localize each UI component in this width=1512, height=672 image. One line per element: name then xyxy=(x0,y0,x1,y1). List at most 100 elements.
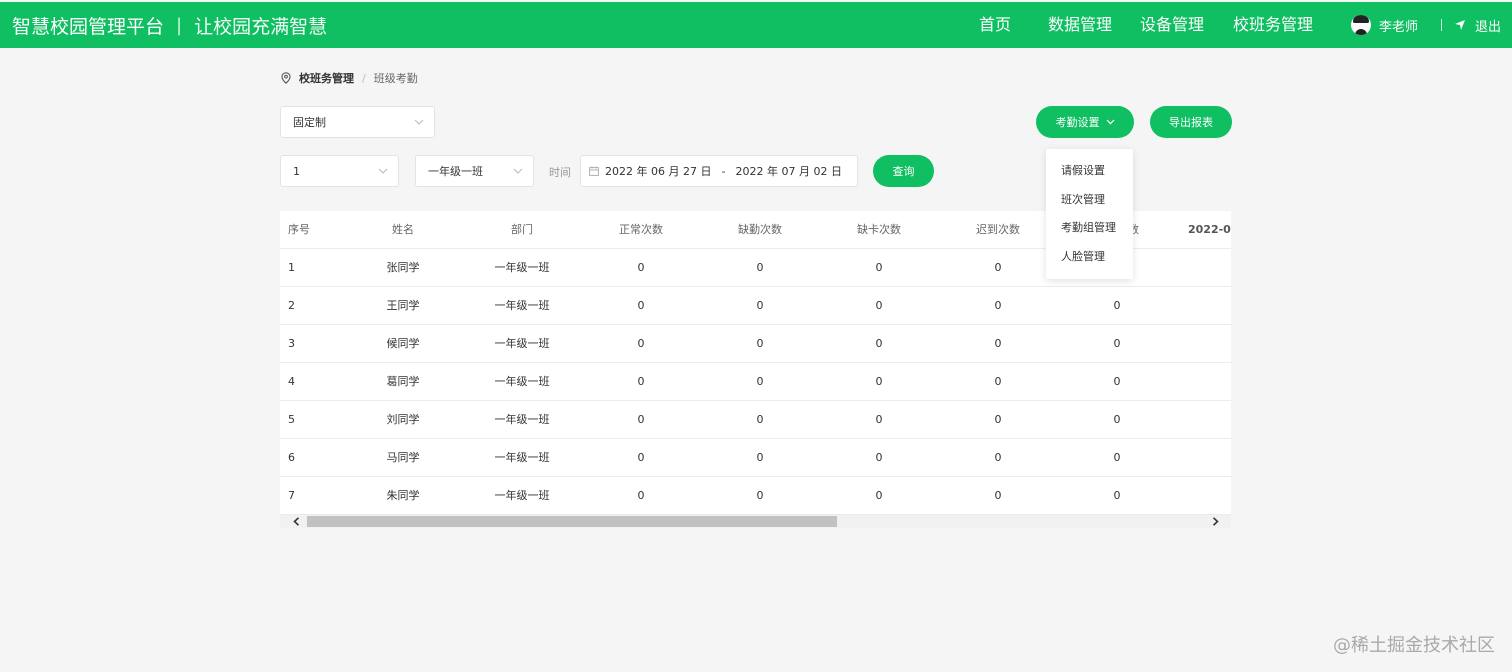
scroll-left-button[interactable] xyxy=(288,515,304,528)
cell-index: 5 xyxy=(288,413,295,426)
cell-missing-punch: 0 xyxy=(875,261,883,274)
brand-slogan: 让校园充满智慧 xyxy=(194,15,328,38)
chevron-down-icon xyxy=(1106,119,1114,125)
chevron-down-icon xyxy=(414,119,424,125)
user-menu[interactable]: 李老师 xyxy=(1351,2,1418,48)
menu-item-leave-settings[interactable]: 请假设置 xyxy=(1061,157,1105,185)
header-divider xyxy=(1441,19,1442,31)
chevron-left-icon xyxy=(292,517,299,526)
location-pin-icon xyxy=(281,72,291,84)
column-header-index: 序号 xyxy=(288,223,310,236)
brand-title: 智慧校园管理平台 xyxy=(12,15,165,38)
nav-home[interactable]: 首页 xyxy=(979,2,1011,48)
column-header-department: 部门 xyxy=(511,223,533,236)
column-header-name: 姓名 xyxy=(392,223,414,236)
attendance-settings-button[interactable]: 考勤设置 xyxy=(1036,106,1134,138)
breadcrumb-parent[interactable]: 校班务管理 xyxy=(299,70,354,86)
logout-button[interactable]: 退出 xyxy=(1455,2,1501,48)
attendance-settings-label: 考勤设置 xyxy=(1055,116,1100,129)
cell-early-leave: 0 xyxy=(1113,337,1121,350)
menu-item-shift-management[interactable]: 班次管理 xyxy=(1061,186,1105,214)
cell-index: 4 xyxy=(288,375,295,388)
column-header-late: 迟到次数 xyxy=(976,223,1020,236)
cell-index: 2 xyxy=(288,299,295,312)
cell-missing-punch: 0 xyxy=(875,413,883,426)
brand: 智慧校园管理平台 | 让校园充满智慧 xyxy=(12,2,327,48)
export-report-button[interactable]: 导出报表 xyxy=(1150,106,1232,138)
table-row: 5 刘同学 一年级一班 0 0 0 0 0 xyxy=(280,401,1231,439)
column-header-missing-punch: 缺卡次数 xyxy=(857,223,901,236)
horizontal-scrollbar[interactable] xyxy=(280,515,1231,528)
nav-data-management[interactable]: 数据管理 xyxy=(1048,2,1112,48)
date-end: 2022 年 07 月 02 日 xyxy=(735,165,842,178)
cell-early-leave: 0 xyxy=(1113,413,1121,426)
cell-late: 0 xyxy=(994,299,1002,312)
cell-missing-punch: 0 xyxy=(875,489,883,502)
user-name: 李老师 xyxy=(1379,19,1419,35)
column-header-normal: 正常次数 xyxy=(619,223,663,236)
send-icon xyxy=(1455,20,1465,30)
nav-device-management[interactable]: 设备管理 xyxy=(1140,2,1204,48)
cell-absent: 0 xyxy=(756,261,764,274)
mode-select[interactable]: 固定制 xyxy=(280,106,435,138)
logout-label: 退出 xyxy=(1475,19,1502,35)
scroll-thumb[interactable] xyxy=(307,516,837,527)
cell-name: 葛同学 xyxy=(386,375,420,388)
table-row: 7 朱同学 一年级一班 0 0 0 0 0 xyxy=(280,477,1231,515)
chevron-right-icon xyxy=(1212,517,1219,526)
breadcrumb-separator: / xyxy=(362,71,366,85)
brand-separator: | xyxy=(176,14,183,36)
watermark: @稀土掘金技术社区 xyxy=(1333,635,1495,656)
cell-absent: 0 xyxy=(756,451,764,464)
cell-department: 一年级一班 xyxy=(494,451,550,464)
class-select[interactable]: 一年级一班 xyxy=(415,155,534,187)
cell-normal: 0 xyxy=(637,299,645,312)
table-row: 4 葛同学 一年级一班 0 0 0 0 0 xyxy=(280,363,1231,401)
scroll-right-button[interactable] xyxy=(1207,515,1223,528)
cell-name: 刘同学 xyxy=(386,413,420,426)
cell-absent: 0 xyxy=(756,375,764,388)
menu-item-face-management[interactable]: 人脸管理 xyxy=(1061,243,1105,271)
cell-early-leave: 0 xyxy=(1113,299,1121,312)
nav-class-affairs[interactable]: 校班务管理 xyxy=(1233,2,1313,48)
number-select[interactable]: 1 xyxy=(280,155,399,187)
cell-department: 一年级一班 xyxy=(494,413,550,426)
cell-early-leave: 0 xyxy=(1113,451,1121,464)
date-range-picker[interactable]: 2022 年 06 月 27 日 - 2022 年 07 月 02 日 xyxy=(580,155,858,187)
cell-normal: 0 xyxy=(637,337,645,350)
time-label: 时间 xyxy=(549,166,571,179)
column-header-date: 2022-06 xyxy=(1188,223,1231,236)
avatar xyxy=(1351,15,1371,35)
menu-item-group-management[interactable]: 考勤组管理 xyxy=(1061,214,1116,242)
breadcrumb: 校班务管理 / 班级考勤 xyxy=(281,70,418,86)
cell-missing-punch: 0 xyxy=(875,299,883,312)
breadcrumb-current: 班级考勤 xyxy=(373,72,418,85)
cell-absent: 0 xyxy=(756,337,764,350)
table-row: 3 候同学 一年级一班 0 0 0 0 0 xyxy=(280,325,1231,363)
date-start: 2022 年 06 月 27 日 xyxy=(605,165,712,178)
cell-late: 0 xyxy=(994,375,1002,388)
cell-normal: 0 xyxy=(637,261,645,274)
cell-normal: 0 xyxy=(637,451,645,464)
cell-index: 7 xyxy=(288,489,295,502)
cell-late: 0 xyxy=(994,261,1002,274)
cell-name: 朱同学 xyxy=(386,489,420,502)
cell-department: 一年级一班 xyxy=(494,375,550,388)
top-navigation-bar: 智慧校园管理平台 | 让校园充满智慧 首页 数据管理 设备管理 校班务管理 李老… xyxy=(0,2,1512,48)
column-header-absent: 缺勤次数 xyxy=(738,223,782,236)
query-label: 查询 xyxy=(892,165,915,178)
cell-normal: 0 xyxy=(637,489,645,502)
cell-missing-punch: 0 xyxy=(875,451,883,464)
query-button[interactable]: 查询 xyxy=(873,155,934,187)
cell-department: 一年级一班 xyxy=(494,261,550,274)
cell-missing-punch: 0 xyxy=(875,375,883,388)
table-row: 6 马同学 一年级一班 0 0 0 0 0 xyxy=(280,439,1231,477)
number-select-value: 1 xyxy=(293,164,300,178)
cell-late: 0 xyxy=(994,489,1002,502)
cell-early-leave: 0 xyxy=(1113,489,1121,502)
cell-index: 3 xyxy=(288,337,295,350)
table-row: 2 王同学 一年级一班 0 0 0 0 0 xyxy=(280,287,1231,325)
cell-name: 候同学 xyxy=(386,337,420,350)
cell-late: 0 xyxy=(994,337,1002,350)
mode-select-value: 固定制 xyxy=(293,116,326,129)
